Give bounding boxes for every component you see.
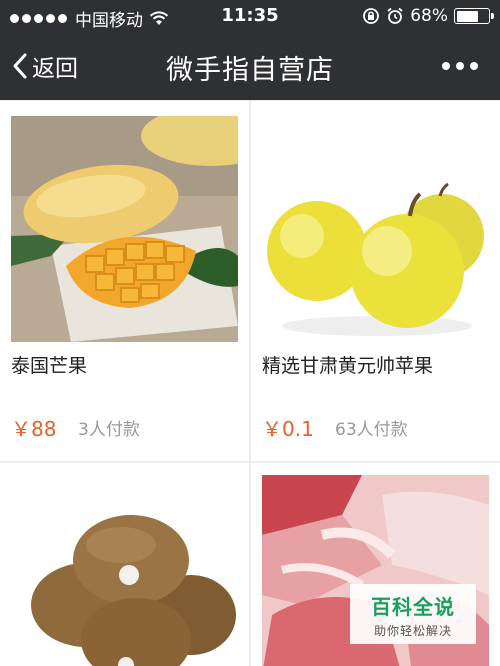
status-right: 68% bbox=[362, 6, 494, 26]
product-sold-count: 63人付款 bbox=[335, 420, 408, 440]
more-dot-icon bbox=[470, 62, 478, 70]
watermark: 百科全说 助你轻松解决 bbox=[350, 584, 476, 644]
more-button[interactable] bbox=[442, 62, 478, 70]
product-sold-count: 3人付款 bbox=[78, 420, 140, 440]
product-price: ￥88 bbox=[11, 417, 57, 441]
product-grid: 泰国芒果 ￥88 3人付款 精选甘肃黄元帅苹果 ￥0.1 63人付款 百科全说 … bbox=[0, 101, 500, 666]
more-dot-icon bbox=[456, 62, 464, 70]
watermark-subtitle: 助你轻松解决 bbox=[373, 624, 452, 638]
product-card[interactable]: 百科全说 助你轻松解决 bbox=[251, 463, 500, 666]
more-dot-icon bbox=[442, 62, 450, 70]
product-image-apple[interactable] bbox=[262, 116, 489, 342]
alarm-icon bbox=[387, 7, 403, 24]
product-card[interactable] bbox=[0, 463, 249, 666]
battery-percent: 68% bbox=[410, 6, 448, 26]
page-title: 微手指自营店 bbox=[166, 55, 334, 86]
product-name: 泰国芒果 bbox=[11, 355, 88, 377]
top-bar: 中国移动 11:35 68% 返回 微手指自营店 bbox=[0, 0, 500, 100]
product-card[interactable]: 泰国芒果 ￥88 3人付款 bbox=[0, 101, 249, 461]
watermark-title: 百科全说 bbox=[371, 595, 455, 619]
battery-fill bbox=[456, 10, 478, 22]
nav-bar: 返回 微手指自营店 bbox=[0, 32, 500, 100]
product-price: ￥0.1 bbox=[262, 417, 314, 441]
product-image-kiwi[interactable] bbox=[11, 475, 238, 666]
status-bar: 中国移动 11:35 68% bbox=[0, 0, 500, 32]
product-name: 精选甘肃黄元帅苹果 bbox=[262, 355, 434, 377]
rotation-lock-icon bbox=[363, 8, 380, 24]
battery-icon bbox=[454, 8, 494, 24]
product-image-mango[interactable] bbox=[11, 116, 238, 342]
product-card[interactable]: 精选甘肃黄元帅苹果 ￥0.1 63人付款 bbox=[251, 101, 500, 461]
